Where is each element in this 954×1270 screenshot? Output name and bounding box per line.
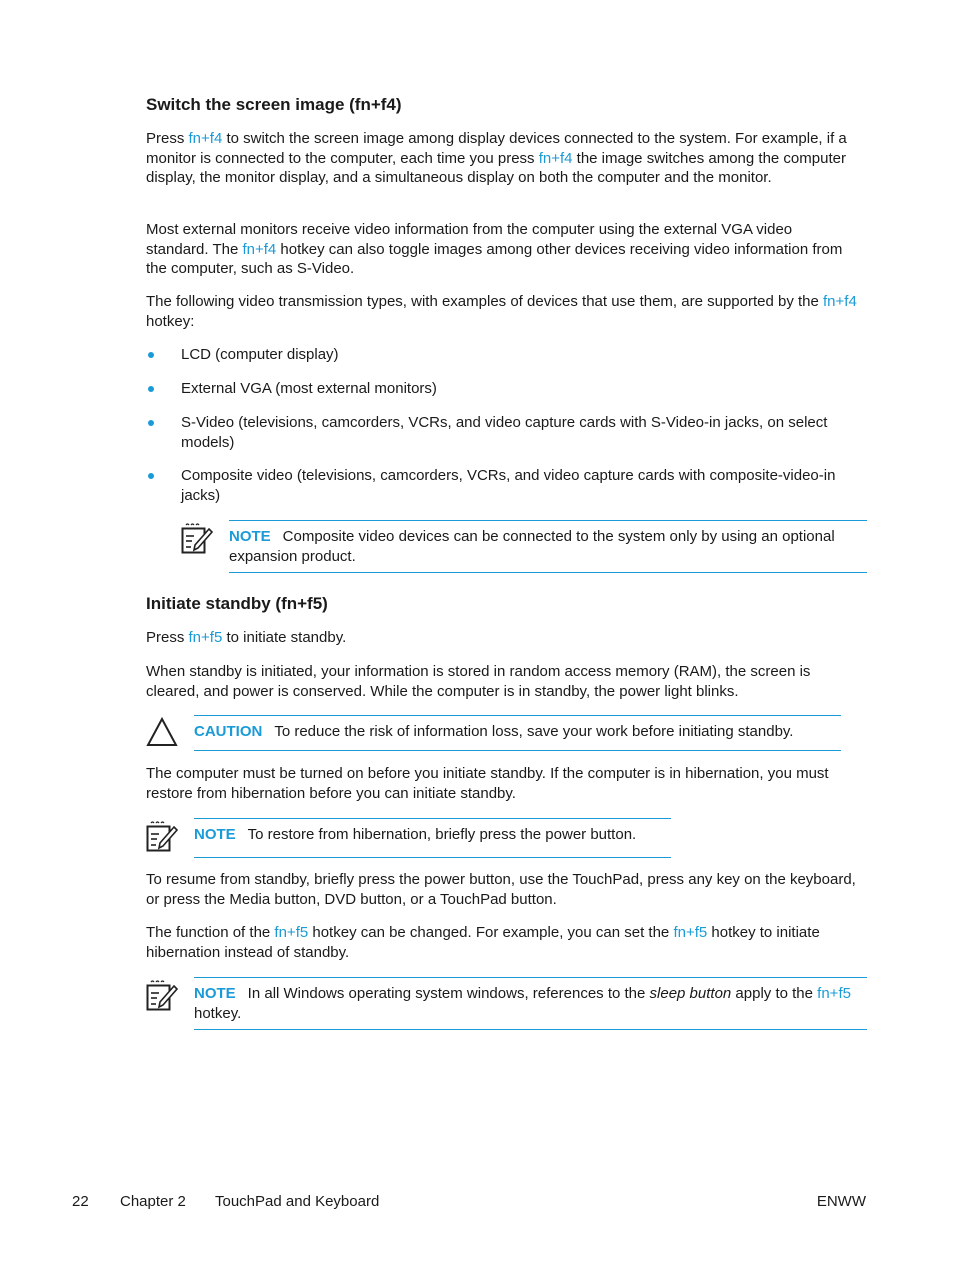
locale-code: ENWW [816,1193,866,1210]
bullet-icon [148,352,154,358]
hotkey-link[interactable]: fn+f4 [539,150,573,167]
paragraph: The function of the fn+f5 hotkey can be … [146,924,820,961]
hotkey-link[interactable]: fn+f4 [823,293,857,310]
document-page: Switch the screen image (fn+f4) Press fn… [0,0,954,1270]
note-callout: NOTE Composite video devices can be conne… [229,520,867,573]
bullet-icon [148,420,154,426]
chapter-label: Chapter 2 [120,1193,186,1210]
list-item: LCD (computer display) [146,345,866,365]
note-label: NOTE [229,528,271,545]
hotkey-link[interactable]: fn+f5 [274,924,308,941]
hotkey-link[interactable]: fn+f5 [817,985,851,1002]
hotkey-link[interactable]: fn+f5 [673,924,707,941]
page-number: 22 [72,1193,89,1210]
note-label: NOTE [194,826,236,843]
paragraph: The following video transmission types, … [146,293,857,330]
note-icon [180,522,214,560]
paragraph: Most external monitors receive video inf… [146,221,843,277]
chapter-title: TouchPad and Keyboard [215,1193,380,1210]
bullet-icon [148,473,154,479]
hotkey-link[interactable]: fn+f4 [242,241,276,258]
paragraph: To resume from standby, briefly press th… [146,871,856,908]
note-callout: NOTE In all Windows operating system wind… [194,977,867,1030]
hotkey-link[interactable]: fn+f5 [189,629,223,646]
section-heading-switch-screen: Switch the screen image (fn+f4) [146,95,402,114]
bullet-icon [148,386,154,392]
note-callout: NOTE To restore from hibernation, briefly… [194,818,671,858]
list-item: S-Video (televisions, camcorders, VCRs, … [146,413,866,453]
list-item: Composite video (televisions, camcorders… [146,466,866,506]
paragraph: The computer must be turned on before yo… [146,765,829,802]
note-label: NOTE [194,985,236,1002]
paragraph: When standby is initiated, your informat… [146,663,811,700]
section-heading-initiate-standby: Initiate standby (fn+f5) [146,594,328,613]
caution-label: CAUTION [194,723,263,740]
hotkey-link[interactable]: fn+f4 [189,130,223,147]
note-icon [145,820,179,858]
note-icon [145,979,179,1017]
paragraph: Press fn+f4 to switch the screen image a… [146,130,847,186]
emphasis: sleep button [649,985,732,1002]
paragraph: Press fn+f5 to initiate standby. [146,629,347,646]
list-item: External VGA (most external monitors) [146,379,866,399]
caution-triangle-icon [146,716,178,751]
caution-callout: CAUTION To reduce the risk of information… [194,715,841,751]
